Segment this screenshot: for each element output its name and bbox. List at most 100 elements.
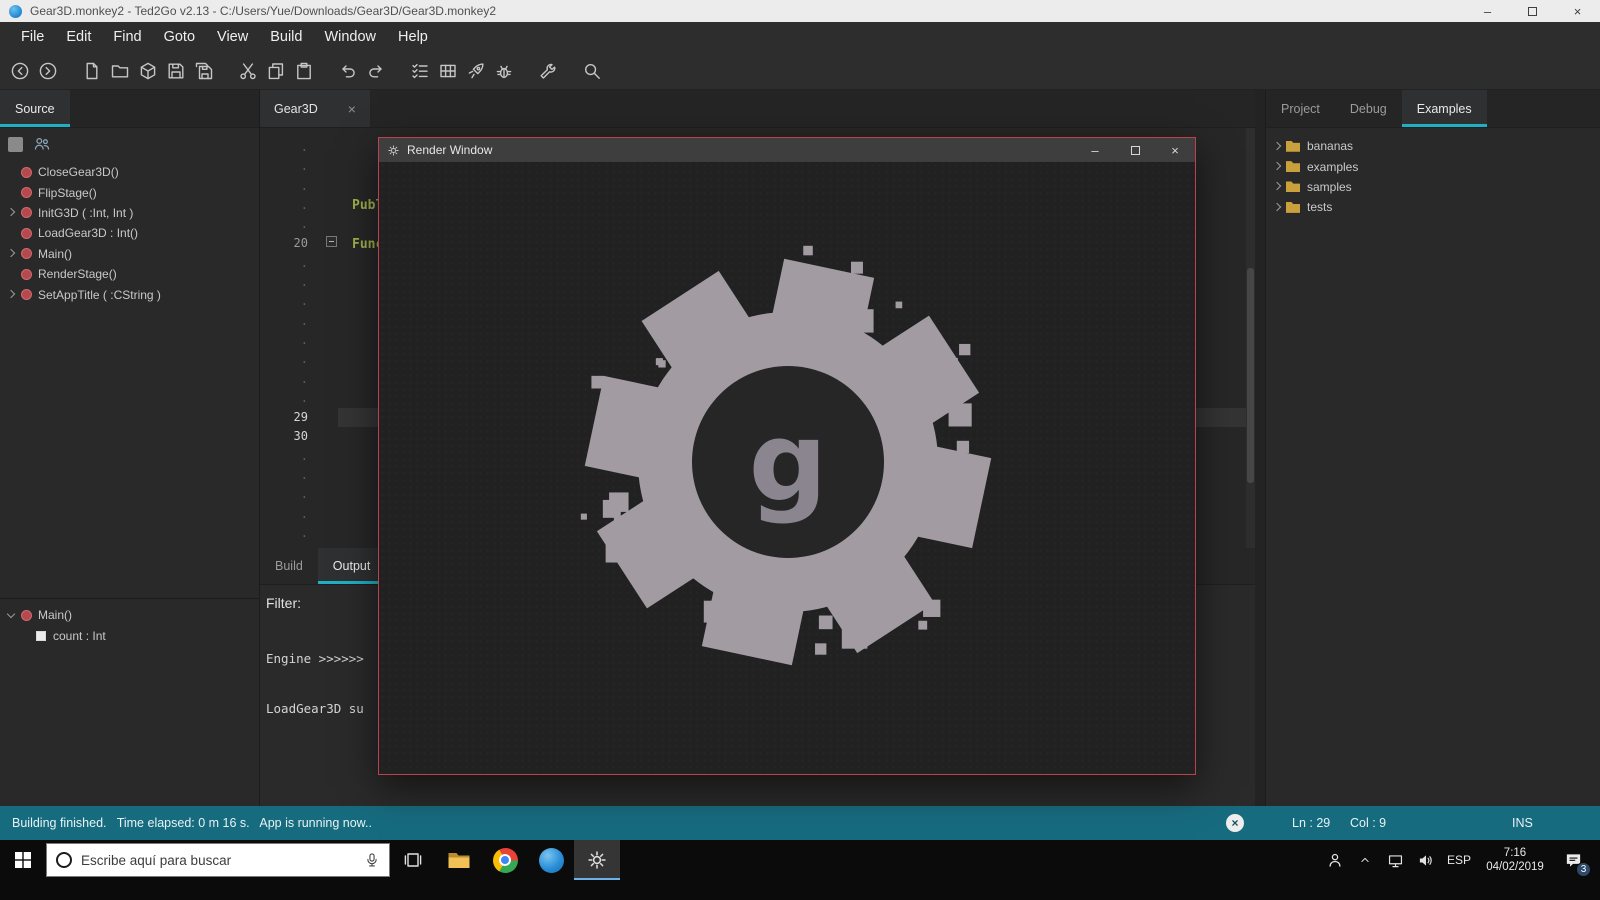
cursor-line-indicator: Ln : 29: [1292, 816, 1331, 830]
expander-icon[interactable]: [1271, 160, 1284, 173]
filter-kinds-icon[interactable]: [8, 136, 23, 152]
chrome-button[interactable]: [482, 840, 528, 880]
render-minimize-button[interactable]: –: [1075, 138, 1115, 162]
menu-help[interactable]: Help: [387, 22, 439, 52]
tray-expand-button[interactable]: [1350, 840, 1380, 880]
monkey2-app-button[interactable]: [528, 840, 574, 880]
tab-close-icon[interactable]: ×: [348, 101, 356, 117]
folder-row[interactable]: bananas: [1266, 136, 1600, 156]
menu-find[interactable]: Find: [102, 22, 152, 52]
save-button[interactable]: [162, 57, 190, 85]
fold-marker[interactable]: [326, 236, 337, 247]
tab-examples[interactable]: Examples: [1401, 90, 1487, 127]
source-item[interactable]: FlipStage(): [0, 182, 259, 202]
render-window-titlebar[interactable]: Render Window – ×: [379, 138, 1195, 162]
volume-button[interactable]: [1410, 840, 1440, 880]
menu-file[interactable]: File: [10, 22, 55, 52]
save-all-button[interactable]: [190, 57, 218, 85]
expander-icon[interactable]: [5, 247, 18, 260]
expander-icon[interactable]: [1271, 140, 1284, 153]
insert-mode-indicator: INS: [1512, 816, 1533, 830]
menu-window[interactable]: Window: [313, 22, 387, 52]
source-item[interactable]: SetAppTitle ( :CString ): [0, 284, 259, 304]
tab-gear3d-label: Gear3D: [274, 101, 318, 116]
debug-var-label: count : Int: [53, 628, 106, 643]
build-settings-button[interactable]: [534, 57, 562, 85]
clock[interactable]: 7:16 04/02/2019: [1478, 846, 1552, 874]
gutter-line: .: [300, 294, 308, 309]
back-button[interactable]: [6, 57, 34, 85]
render-window[interactable]: Render Window – × g: [378, 137, 1196, 775]
debug-var-row[interactable]: count : Int: [0, 625, 259, 645]
tab-output[interactable]: Output: [317, 548, 386, 584]
language-indicator[interactable]: ESP: [1440, 853, 1478, 867]
debug-root-row[interactable]: Main(): [0, 605, 259, 625]
task-view-button[interactable]: [390, 840, 436, 880]
render-maximize-button[interactable]: [1115, 138, 1155, 162]
folder-row[interactable]: tests: [1266, 197, 1600, 217]
render-close-button[interactable]: ×: [1155, 138, 1195, 162]
module-button[interactable]: [134, 57, 162, 85]
taskbar-search[interactable]: [46, 843, 390, 877]
run-button[interactable]: [462, 57, 490, 85]
expander-icon[interactable]: [1271, 201, 1284, 214]
settings-app-button[interactable]: [574, 840, 620, 880]
start-button[interactable]: [0, 840, 46, 880]
file-explorer-button[interactable]: [436, 840, 482, 880]
debug-button[interactable]: [490, 57, 518, 85]
forward-button[interactable]: [34, 57, 62, 85]
copy-button[interactable]: [262, 57, 290, 85]
folder-row[interactable]: examples: [1266, 156, 1600, 176]
members-icon[interactable]: [33, 135, 51, 153]
source-item[interactable]: LoadGear3D : Int(): [0, 223, 259, 243]
tab-build[interactable]: Build: [260, 548, 318, 584]
expander-icon[interactable]: [5, 288, 18, 301]
tab-debug[interactable]: Debug: [1335, 90, 1402, 127]
folder-row[interactable]: samples: [1266, 177, 1600, 197]
expander-icon[interactable]: [5, 206, 18, 219]
scrollbar-thumb[interactable]: [1247, 268, 1254, 483]
svg-text:g: g: [749, 398, 828, 526]
collapse-icon[interactable]: [5, 609, 18, 622]
close-button[interactable]: ×: [1555, 0, 1600, 22]
source-item[interactable]: Main(): [0, 244, 259, 264]
search-input[interactable]: [81, 852, 355, 868]
redo-button[interactable]: [362, 57, 390, 85]
editor-tabbar: Gear3D ×: [260, 90, 1255, 128]
new-file-button[interactable]: [78, 57, 106, 85]
gutter-line: .: [300, 525, 308, 540]
network-button[interactable]: [1380, 840, 1410, 880]
todo-list-button[interactable]: [406, 57, 434, 85]
people-button[interactable]: [1320, 840, 1350, 880]
tab-project[interactable]: Project: [1266, 90, 1335, 127]
menu-view[interactable]: View: [206, 22, 259, 52]
editor-scrollbar[interactable]: [1246, 128, 1255, 548]
cut-button[interactable]: [234, 57, 262, 85]
maximize-button[interactable]: [1510, 0, 1555, 22]
source-item[interactable]: CloseGear3D(): [0, 162, 259, 182]
action-center-button[interactable]: 3: [1552, 840, 1594, 880]
find-button[interactable]: [578, 57, 606, 85]
tab-gear3d[interactable]: Gear3D ×: [260, 90, 370, 127]
stop-button[interactable]: ×: [1226, 814, 1244, 832]
undo-button[interactable]: [334, 57, 362, 85]
source-item-label: RenderStage(): [38, 267, 117, 282]
gutter-line: .: [300, 178, 308, 193]
minimize-button[interactable]: –: [1465, 0, 1510, 22]
examples-tree: bananas examples samples tests: [1266, 128, 1600, 218]
expander-icon[interactable]: [1271, 180, 1284, 193]
tab-source[interactable]: Source: [0, 90, 70, 127]
menu-build[interactable]: Build: [259, 22, 313, 52]
open-folder-button[interactable]: [106, 57, 134, 85]
paste-button[interactable]: [290, 57, 318, 85]
menu-goto[interactable]: Goto: [153, 22, 206, 52]
microphone-icon[interactable]: [364, 852, 380, 868]
gutter-line: .: [300, 217, 308, 232]
source-item[interactable]: RenderStage(): [0, 264, 259, 284]
menu-edit[interactable]: Edit: [55, 22, 102, 52]
source-item-label: SetAppTitle ( :CString ): [38, 287, 161, 302]
gear3d-render: g: [580, 245, 992, 666]
app-icon: [9, 4, 22, 18]
source-item[interactable]: InitG3D ( :Int, Int ): [0, 203, 259, 223]
registers-button[interactable]: [434, 57, 462, 85]
